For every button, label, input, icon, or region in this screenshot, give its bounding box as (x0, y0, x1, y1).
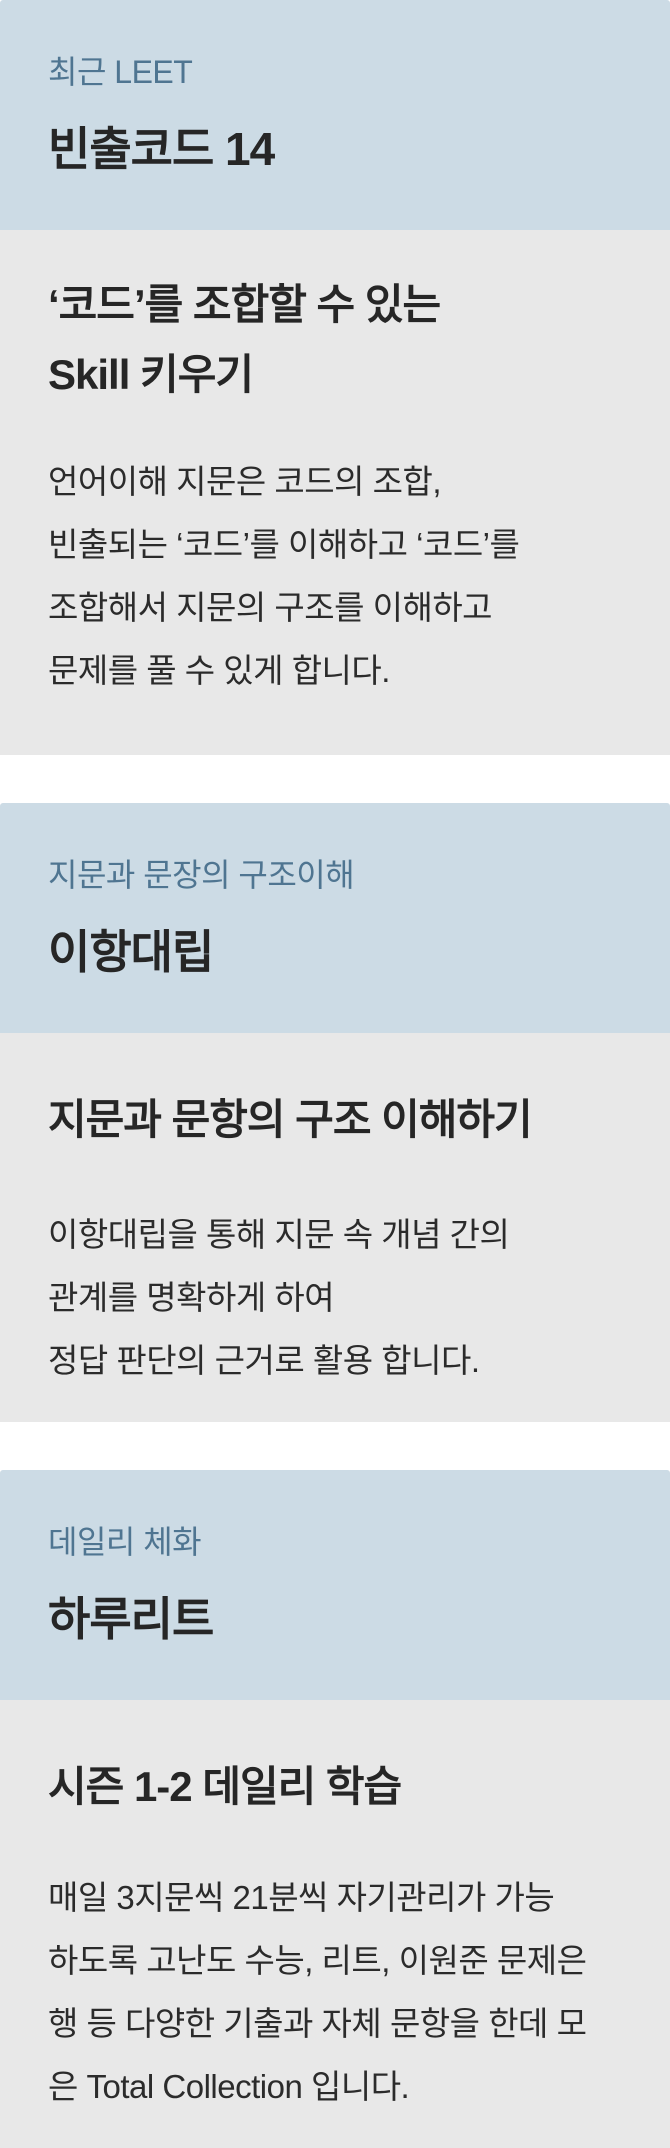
card-body: ‘코드’를 조합할 수 있는 Skill 키우기 언어이해 지문은 코드의 조합… (0, 230, 670, 755)
card-header: 데일리 체화 하루리트 (0, 1470, 670, 1700)
card-description-line: 조합해서 지문의 구조를 이해하고 (48, 589, 493, 626)
card-header: 지문과 문장의 구조이해 이항대립 (0, 803, 670, 1033)
card-description-line: 빈출되는 ‘코드’를 이해하고 ‘코드’를 (48, 526, 520, 563)
card-description-line: 문제를 풀 수 있게 합니다. (48, 652, 390, 689)
card-headline-line: 지문과 문항의 구조 이해하기 (48, 1096, 533, 1143)
card-description-line: 은 Total Collection 입니다. (48, 2068, 410, 2105)
card-title: 이항대립 (48, 926, 214, 978)
feature-card-daily-leet: 데일리 체화 하루리트 시즌 1-2 데일리 학습 매일 3지문씩 21분씩 자… (0, 1470, 670, 2148)
card-description-line: 행 등 다양한 기출과 자체 문항을 한데 모 (48, 2005, 587, 2042)
card-description: 매일 3지문씩 21분씩 자기관리가 가능 하도록 고난도 수능, 리트, 이원… (48, 1866, 622, 2118)
card-headline: 지문과 문항의 구조 이해하기 (48, 1085, 622, 1155)
card-headline-line: Skill 키우기 (48, 351, 254, 398)
card-headline-line: ‘코드’를 조합할 수 있는 (48, 281, 441, 328)
card-description-line: 하도록 고난도 수능, 리트, 이원준 문제은 (48, 1942, 587, 1979)
card-headline: 시즌 1-2 데일리 학습 (48, 1752, 622, 1822)
card-headline: ‘코드’를 조합할 수 있는 Skill 키우기 (48, 270, 622, 410)
card-header: 최근 LEET 빈출코드 14 (0, 0, 670, 230)
card-description-line: 이항대립을 통해 지문 속 개념 간의 (48, 1216, 510, 1253)
card-description-line: 정답 판단의 근거로 활용 합니다. (48, 1342, 480, 1379)
card-eyebrow: 지문과 문장의 구조이해 (48, 857, 355, 893)
feature-card-binary-opposition: 지문과 문장의 구조이해 이항대립 지문과 문항의 구조 이해하기 이항대립을 … (0, 803, 670, 1422)
card-description: 언어이해 지문은 코드의 조합, 빈출되는 ‘코드’를 이해하고 ‘코드’를 조… (48, 450, 622, 702)
card-description-line: 언어이해 지문은 코드의 조합, (48, 463, 442, 500)
card-description-line: 관계를 명확하게 하여 (48, 1279, 335, 1316)
feature-card-frequent-codes: 최근 LEET 빈출코드 14 ‘코드’를 조합할 수 있는 Skill 키우기… (0, 0, 670, 755)
card-description: 이항대립을 통해 지문 속 개념 간의 관계를 명확하게 하여 정답 판단의 근… (48, 1203, 622, 1392)
card-description-line: 매일 3지문씩 21분씩 자기관리가 가능 (48, 1879, 555, 1916)
card-body: 지문과 문항의 구조 이해하기 이항대립을 통해 지문 속 개념 간의 관계를 … (0, 1033, 670, 1422)
page: 최근 LEET 빈출코드 14 ‘코드’를 조합할 수 있는 Skill 키우기… (0, 0, 670, 2148)
card-eyebrow: 데일리 체화 (48, 1524, 202, 1560)
card-title: 하루리트 (48, 1593, 214, 1645)
card-body: 시즌 1-2 데일리 학습 매일 3지문씩 21분씩 자기관리가 가능 하도록 … (0, 1700, 670, 2148)
card-title: 빈출코드 14 (48, 123, 275, 175)
card-eyebrow: 최근 LEET (48, 54, 193, 90)
card-headline-line: 시즌 1-2 데일리 학습 (48, 1763, 402, 1810)
